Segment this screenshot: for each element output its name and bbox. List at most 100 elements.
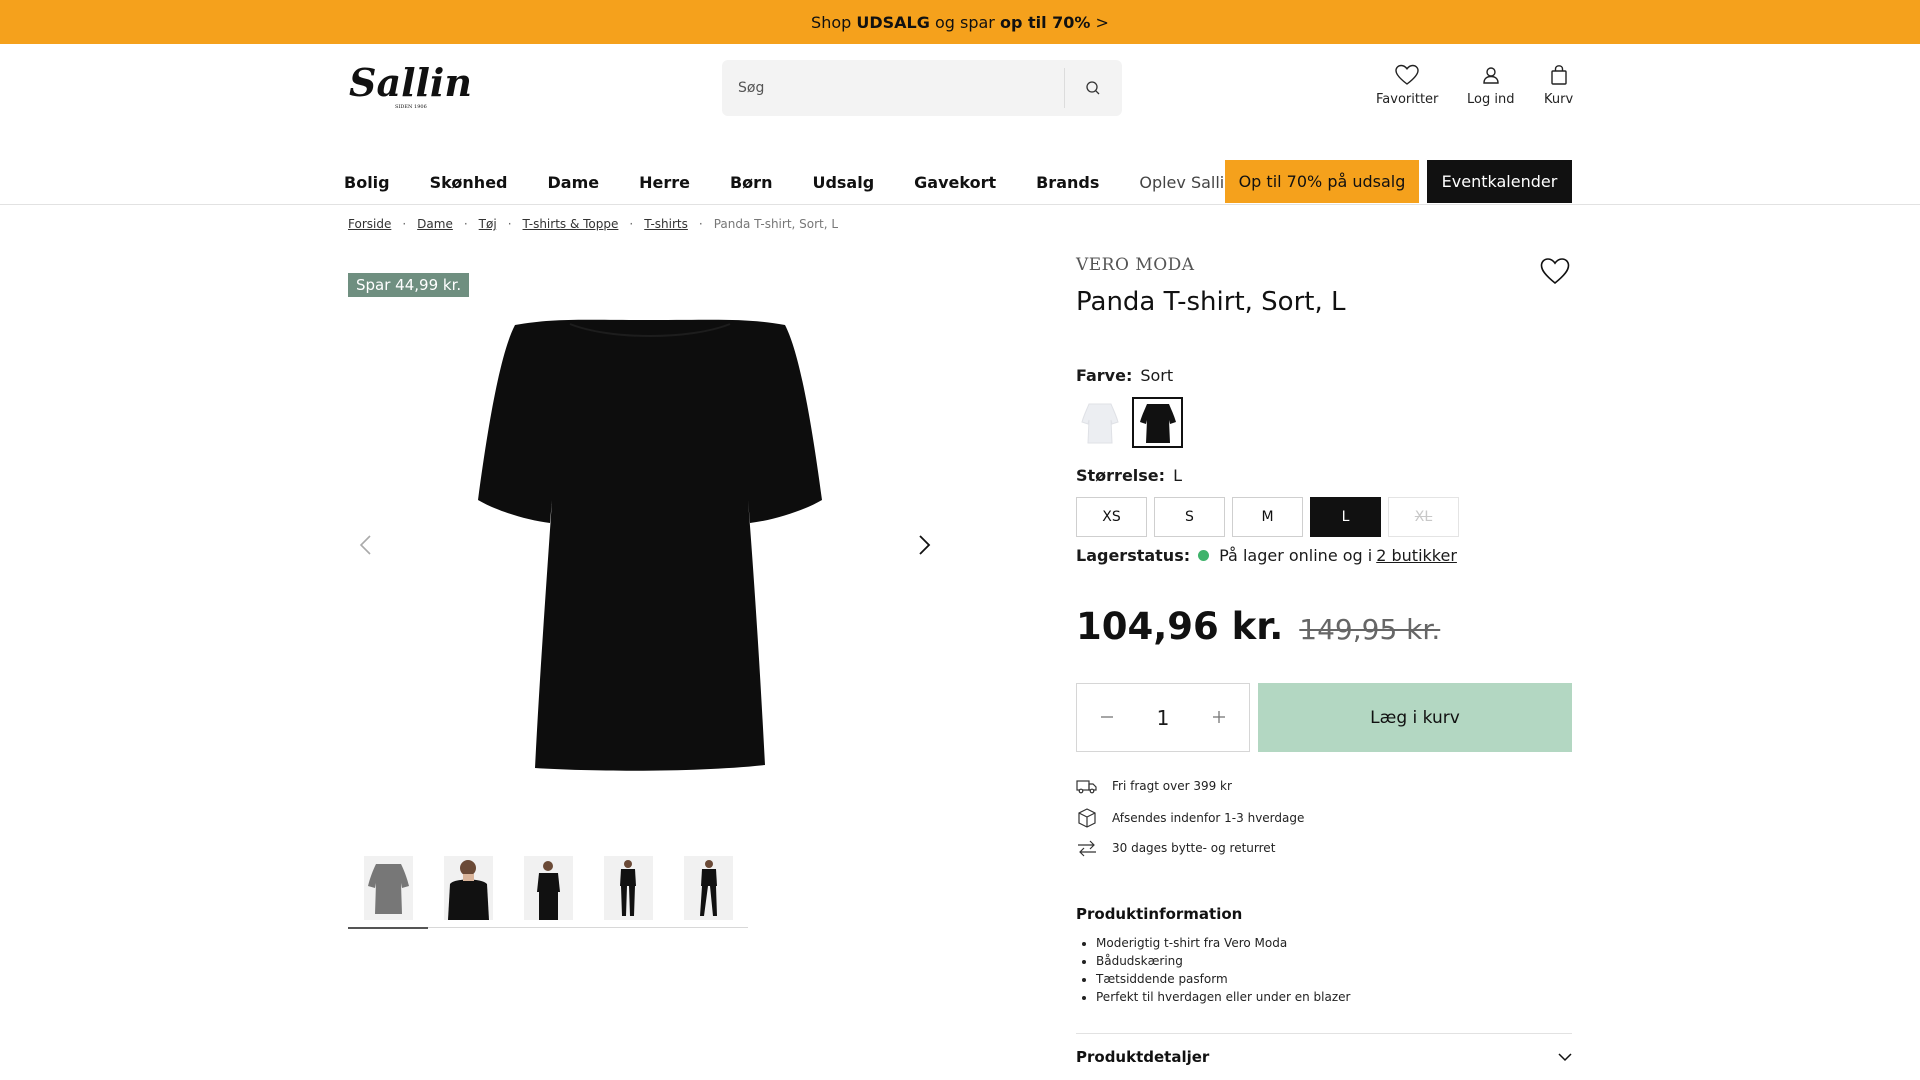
nav-item-brands[interactable]: Brands bbox=[1036, 173, 1099, 192]
logo-wordmark: Salling bbox=[349, 60, 472, 105]
thumbnail-1[interactable] bbox=[348, 855, 428, 929]
gallery-next-button[interactable] bbox=[912, 530, 938, 560]
search-icon bbox=[1086, 81, 1100, 95]
salling-logo[interactable]: Salling SIDEN 1906 bbox=[347, 58, 499, 112]
product-brand[interactable]: VERO MODA bbox=[1076, 255, 1195, 275]
color-label: Farve: bbox=[1076, 366, 1133, 385]
usp-returns: 30 dages bytte- og returret bbox=[1076, 839, 1275, 857]
breadcrumb-current: Panda T-shirt, Sort, L bbox=[713, 217, 839, 231]
breadcrumb-link[interactable]: Tøj bbox=[479, 217, 497, 231]
quantity-stepper: 1 bbox=[1076, 683, 1250, 752]
breadcrumb-separator: · bbox=[507, 217, 512, 231]
logo-subtitle: SIDEN 1906 bbox=[395, 104, 427, 110]
search-bar bbox=[722, 60, 1122, 116]
original-price: 149,95 kr. bbox=[1299, 613, 1441, 646]
nav-divider bbox=[0, 204, 1920, 205]
black-tshirt-swatch bbox=[1139, 403, 1176, 443]
heart-icon bbox=[1395, 64, 1419, 85]
size-options: XS S M L XL bbox=[1076, 497, 1466, 537]
size-option-xl: XL bbox=[1388, 497, 1459, 537]
promo-text-1: Shop bbox=[811, 12, 857, 32]
breadcrumb-link[interactable]: T-shirts bbox=[644, 217, 688, 231]
color-value: Sort bbox=[1140, 366, 1174, 385]
current-price: 104,96 kr. bbox=[1076, 605, 1284, 648]
search-button[interactable] bbox=[1065, 60, 1121, 116]
login-button[interactable]: Log ind bbox=[1467, 64, 1514, 114]
color-swatch-white[interactable] bbox=[1074, 397, 1125, 448]
promo-text-5: > bbox=[1090, 12, 1109, 32]
promo-banner[interactable]: Shop UDSALG og spar op til 70% > bbox=[0, 0, 1920, 44]
nav-item-udsalg[interactable]: Udsalg bbox=[812, 173, 874, 192]
favorites-button[interactable]: Favoritter bbox=[1376, 64, 1438, 114]
chevron-down-icon bbox=[1558, 1052, 1572, 1061]
product-info-heading: Produktinformation bbox=[1076, 905, 1243, 923]
add-to-favorites-button[interactable] bbox=[1540, 257, 1570, 285]
breadcrumb-separator: · bbox=[463, 217, 468, 231]
quantity-value[interactable]: 1 bbox=[1157, 706, 1170, 730]
price-block: 104,96 kr. 149,95 kr. bbox=[1076, 605, 1440, 648]
thumbnail-model-image bbox=[699, 860, 717, 916]
thumbnail-2[interactable] bbox=[428, 855, 508, 928]
cart-button[interactable]: Kurv bbox=[1544, 64, 1573, 114]
nav-item-bolig[interactable]: Bolig bbox=[344, 173, 390, 192]
thumbnail-4[interactable] bbox=[588, 855, 668, 928]
truck-icon bbox=[1076, 780, 1097, 794]
tshirt-image bbox=[478, 319, 822, 771]
color-swatch-black[interactable] bbox=[1132, 397, 1183, 448]
usp-shipping-text: Fri fragt over 399 kr bbox=[1112, 779, 1232, 793]
promo-text-3: og spar bbox=[929, 12, 1000, 32]
product-details-heading: Produktdetaljer bbox=[1076, 1048, 1210, 1066]
add-to-cart-button[interactable]: Læg i kurv bbox=[1258, 683, 1572, 752]
product-main-image[interactable] bbox=[460, 310, 840, 780]
list-item: Perfekt til hverdagen eller under en bla… bbox=[1096, 988, 1350, 1006]
size-option-s[interactable]: S bbox=[1154, 497, 1225, 537]
size-value: L bbox=[1173, 466, 1182, 485]
product-details-accordion[interactable]: Produktdetaljer bbox=[1076, 1048, 1572, 1066]
package-icon bbox=[1078, 808, 1096, 828]
thumbnail-5[interactable] bbox=[668, 855, 748, 928]
thumbnail-model-image bbox=[619, 860, 636, 916]
thumbnail-strip bbox=[348, 855, 748, 929]
store-stock-link[interactable]: 2 butikker bbox=[1376, 546, 1457, 565]
size-option-xs[interactable]: XS bbox=[1076, 497, 1147, 537]
stock-text: På lager online og i bbox=[1219, 546, 1373, 565]
nav-item-dame[interactable]: Dame bbox=[548, 173, 600, 192]
white-tshirt-swatch bbox=[1080, 403, 1119, 443]
breadcrumb-link[interactable]: T-shirts & Toppe bbox=[523, 217, 619, 231]
color-selector-label: Farve: Sort bbox=[1076, 366, 1173, 385]
shopping-bag-icon bbox=[1550, 65, 1567, 85]
decrease-quantity-button[interactable] bbox=[1097, 705, 1117, 730]
usp-dispatch-text: Afsendes indenfor 1-3 hverdage bbox=[1112, 811, 1305, 825]
thumbnail-3[interactable] bbox=[508, 855, 588, 928]
search-input[interactable] bbox=[722, 60, 1064, 116]
discount-badge: Spar 44,99 kr. bbox=[348, 273, 470, 297]
product-title: Panda T-shirt, Sort, L bbox=[1076, 287, 1346, 317]
increase-quantity-button[interactable] bbox=[1209, 705, 1229, 730]
usp-returns-text: 30 dages bytte- og returret bbox=[1112, 841, 1276, 855]
size-option-l[interactable]: L bbox=[1310, 497, 1381, 537]
nav-item-gavekort[interactable]: Gavekort bbox=[914, 173, 996, 192]
breadcrumb-separator: · bbox=[698, 217, 703, 231]
stock-status: Lagerstatus: På lager online og i 2 buti… bbox=[1076, 546, 1457, 565]
nav-item-skonhed[interactable]: Skønhed bbox=[430, 173, 508, 192]
list-item: Bådudskæring bbox=[1096, 952, 1350, 970]
breadcrumb-link[interactable]: Dame bbox=[417, 217, 453, 231]
sale-nav-button[interactable]: Op til 70% på udsalg bbox=[1225, 160, 1419, 203]
nav-item-herre[interactable]: Herre bbox=[639, 173, 690, 192]
size-option-m[interactable]: M bbox=[1232, 497, 1303, 537]
thumbnail-model-image bbox=[536, 861, 560, 920]
cart-label: Kurv bbox=[1544, 92, 1574, 107]
login-label: Log ind bbox=[1467, 92, 1515, 107]
event-calendar-button[interactable]: Eventkalender bbox=[1427, 160, 1572, 203]
thumbnail-model-image bbox=[447, 860, 489, 920]
gallery-prev-button[interactable] bbox=[352, 530, 378, 560]
nav-item-born[interactable]: Børn bbox=[730, 173, 772, 192]
stock-label: Lagerstatus: bbox=[1076, 546, 1191, 565]
breadcrumb-link[interactable]: Forside bbox=[348, 217, 391, 231]
minus-icon bbox=[1101, 716, 1113, 718]
chevron-left-icon bbox=[359, 535, 371, 555]
list-item: Moderigtig t-shirt fra Vero Moda bbox=[1096, 934, 1350, 952]
plus-icon bbox=[1212, 711, 1225, 723]
thumbnail-tshirt-image bbox=[367, 864, 409, 914]
chevron-right-icon bbox=[919, 535, 931, 555]
